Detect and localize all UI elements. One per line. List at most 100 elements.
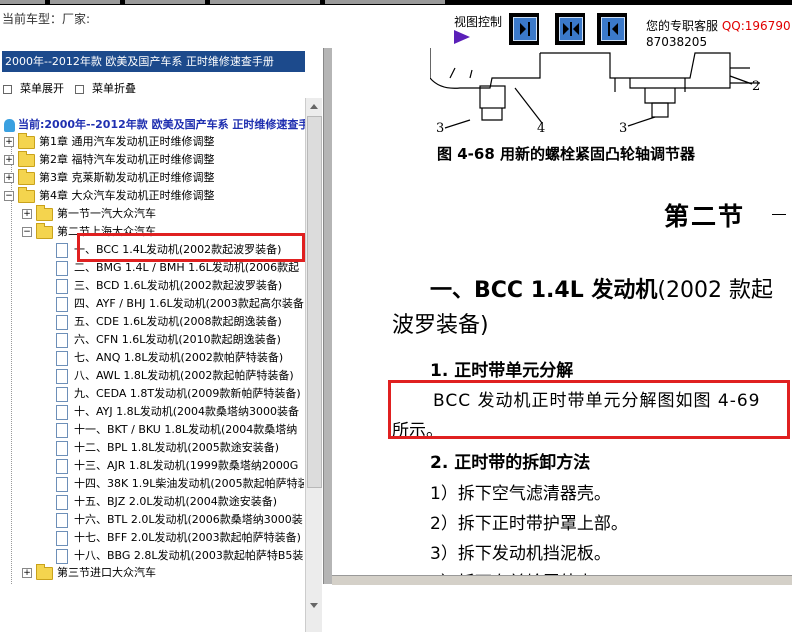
chapter-label: 第4章 大众汽车发动机正时维修调整 bbox=[39, 189, 215, 202]
scroll-thumb[interactable] bbox=[307, 116, 322, 488]
panel-splitter[interactable] bbox=[324, 48, 332, 584]
tree-section-1[interactable]: + 第一节一汽大众汽车 bbox=[22, 204, 156, 223]
menu-expand-button[interactable]: 菜单展开 bbox=[3, 80, 64, 96]
tree-item-engine[interactable]: 十一、BKT / BKU 1.8L发动机(2004款桑塔纳 bbox=[56, 421, 304, 439]
tree-item-engine[interactable]: 四、AYF / BHJ 1.6L发动机(2003款起高尔装备 bbox=[56, 295, 304, 313]
folder-icon bbox=[18, 150, 35, 167]
view-control-label: 视图控制 bbox=[454, 15, 503, 29]
engine-heading-bold: 一、BCC 1.4L 发动机 bbox=[430, 278, 658, 303]
subheading-2: 2. 正时带的拆卸方法 bbox=[430, 453, 591, 473]
tree-item-engine[interactable]: 十二、BPL 1.8L发动机(2005款途安装备) bbox=[56, 439, 304, 457]
folder-icon bbox=[36, 204, 53, 221]
section-label: 第三节进口大众汽车 bbox=[57, 566, 156, 579]
item-label: 二、BMG 1.4L / BMH 1.6L发动机(2006款起 bbox=[74, 261, 300, 274]
item-label: 七、ANQ 1.8L发动机(2002款帕萨特装备) bbox=[74, 351, 284, 364]
folder-open-icon bbox=[36, 222, 53, 239]
folder-icon bbox=[18, 132, 35, 149]
document-icon bbox=[56, 386, 68, 402]
document-icon bbox=[56, 476, 68, 492]
tree-item-engine[interactable]: 十、AYJ 1.8L发动机(2004款桑塔纳3000装备 bbox=[56, 403, 304, 421]
document-icon bbox=[56, 332, 68, 348]
document-icon bbox=[56, 404, 68, 420]
tree-item-engine[interactable]: 七、ANQ 1.8L发动机(2002款帕萨特装备) bbox=[56, 349, 304, 367]
tree-item-engine[interactable]: 十七、BFF 2.0L发动机(2003款起帕萨特装备) bbox=[56, 529, 304, 547]
chapter-label: 第3章 克莱斯勒发动机正时维修调整 bbox=[39, 171, 215, 184]
document-icon bbox=[56, 260, 68, 276]
item-label: 五、CDE 1.6L发动机(2008款起朗逸装备) bbox=[74, 315, 282, 328]
collapse-minus-icon[interactable]: − bbox=[22, 227, 32, 237]
document-icon bbox=[56, 494, 68, 510]
document-icon bbox=[56, 512, 68, 528]
document-icon bbox=[56, 296, 68, 312]
view-control-arrow-icon bbox=[454, 30, 470, 44]
expand-icon bbox=[3, 84, 12, 94]
item-label: 十四、38K 1.9L柴油发动机(2005款起帕萨特装 bbox=[74, 477, 304, 490]
tree-item-engine[interactable]: 十六、BTL 2.0L发动机(2006款桑塔纳3000装 bbox=[56, 511, 304, 529]
scroll-down-icon[interactable] bbox=[310, 603, 318, 608]
support-info: 您的专职客服 QQ:196790 87038205 bbox=[646, 18, 791, 50]
support-label: 您的专职客服 bbox=[646, 19, 719, 33]
view-expand-left-button[interactable] bbox=[597, 13, 627, 45]
current-book-label: 当前:2000年--2012年款 欧美及国产车系 正时维修速查手册 bbox=[18, 118, 321, 131]
support-phone: 87038205 bbox=[646, 35, 708, 49]
view-expand-right-button[interactable] bbox=[509, 13, 539, 45]
step-1: 1）拆下空气滤清器壳。 bbox=[430, 484, 611, 504]
item-label: 十、AYJ 1.8L发动机(2004款桑塔纳3000装备 bbox=[74, 405, 300, 418]
menu-collapse-label: 菜单折叠 bbox=[92, 82, 136, 95]
fig-label-2: 2 bbox=[752, 79, 760, 94]
tree-scrollbar[interactable] bbox=[305, 98, 322, 632]
view-split-button[interactable] bbox=[555, 13, 585, 45]
tree-chapter-1[interactable]: + 第1章 通用汽车发动机正时维修调整 bbox=[4, 132, 215, 151]
item-label: 十六、BTL 2.0L发动机(2006款桑塔纳3000装 bbox=[74, 513, 303, 526]
document-icon bbox=[56, 278, 68, 294]
document-icon bbox=[56, 530, 68, 546]
step-3: 3）拆下发动机挡泥板。 bbox=[430, 544, 611, 564]
tree-item-engine[interactable]: 八、AWL 1.8L发动机(2002款起帕萨特装备) bbox=[56, 367, 304, 385]
camshaft-figure: 3 4 3 2 bbox=[430, 48, 760, 136]
document-icon bbox=[56, 314, 68, 330]
item-label: 十七、BFF 2.0L发动机(2003款起帕萨特装备) bbox=[74, 531, 301, 544]
split-arrows-icon bbox=[563, 22, 579, 36]
top-strip bbox=[0, 0, 792, 5]
expand-plus-icon[interactable]: + bbox=[22, 568, 32, 578]
tree-item-engine[interactable]: 十四、38K 1.9L柴油发动机(2005款起帕萨特装 bbox=[56, 475, 304, 493]
expand-plus-icon[interactable]: + bbox=[4, 137, 14, 147]
tree-section-3[interactable]: + 第三节进口大众汽车 bbox=[22, 563, 156, 582]
top-toolbar: 当前车型：厂家: 视图控制 您的专职客服 QQ:196790 87038205 bbox=[0, 0, 792, 50]
tree-item-engine[interactable]: 六、CFN 1.6L发动机(2010款起朗逸装备) bbox=[56, 331, 304, 349]
expand-plus-icon[interactable]: + bbox=[4, 173, 14, 183]
support-qq-link[interactable]: QQ:196790 bbox=[722, 19, 791, 33]
scroll-up-icon[interactable] bbox=[310, 104, 318, 109]
tree-item-engine[interactable]: 十三、AJR 1.8L发动机(1999款桑塔纳2000G bbox=[56, 457, 304, 475]
menu-collapse-button[interactable]: 菜单折叠 bbox=[75, 80, 136, 96]
item-label: 十一、BKT / BKU 1.8L发动机(2004款桑塔纳 bbox=[74, 423, 298, 436]
tree-chapter-4[interactable]: − 第4章 大众汽车发动机正时维修调整 bbox=[4, 186, 215, 205]
engine-heading-rest: (2002 款起 bbox=[657, 278, 773, 303]
tree-item-engine[interactable]: 十八、BBG 2.8L发动机(2003款起帕萨特B5装 bbox=[56, 547, 304, 565]
collapse-icon bbox=[75, 84, 84, 94]
section-heading: 第二节 bbox=[664, 202, 746, 231]
item-label: 十五、BJZ 2.0L发动机(2004款途安装备) bbox=[74, 495, 278, 508]
expand-plus-icon[interactable]: + bbox=[22, 209, 32, 219]
tree-chapter-3[interactable]: + 第3章 克莱斯勒发动机正时维修调整 bbox=[4, 168, 215, 187]
tree-item-engine[interactable]: 十五、BJZ 2.0L发动机(2004款途安装备) bbox=[56, 493, 304, 511]
item-label: 十二、BPL 1.8L发动机(2005款途安装备) bbox=[74, 441, 280, 454]
item-label: 三、BCD 1.6L发动机(2002款起波罗装备) bbox=[74, 279, 283, 292]
item-label: 九、CEDA 1.8T发动机(2009款新帕萨特装备) bbox=[74, 387, 301, 400]
current-car-label: 当前车型：厂家: bbox=[2, 12, 91, 26]
expand-plus-icon[interactable]: + bbox=[4, 155, 14, 165]
tree-item-engine[interactable]: 九、CEDA 1.8T发动机(2009款新帕萨特装备) bbox=[56, 385, 304, 403]
text-highlight-box bbox=[388, 380, 790, 439]
collapse-minus-icon[interactable]: − bbox=[4, 191, 14, 201]
figure-caption: 图 4-68 用新的螺栓紧固凸轮轴调节器 bbox=[437, 145, 695, 163]
document-icon bbox=[56, 350, 68, 366]
folder-icon bbox=[36, 563, 53, 580]
step-2: 2）拆下正时带护罩上部。 bbox=[430, 514, 628, 534]
chapter-label: 第1章 通用汽车发动机正时维修调整 bbox=[39, 135, 215, 148]
document-icon bbox=[56, 242, 68, 258]
tree-item-engine[interactable]: 五、CDE 1.6L发动机(2008款起朗逸装备) bbox=[56, 313, 304, 331]
tree-item-engine[interactable]: 三、BCD 1.6L发动机(2002款起波罗装备) bbox=[56, 277, 304, 295]
tree-chapter-2[interactable]: + 第2章 福特汽车发动机正时维修调整 bbox=[4, 150, 215, 169]
subheading-1: 1. 正时带单元分解 bbox=[430, 361, 574, 381]
current-book[interactable]: 当前:2000年--2012年款 欧美及国产车系 正时维修速查手册 bbox=[4, 116, 320, 132]
